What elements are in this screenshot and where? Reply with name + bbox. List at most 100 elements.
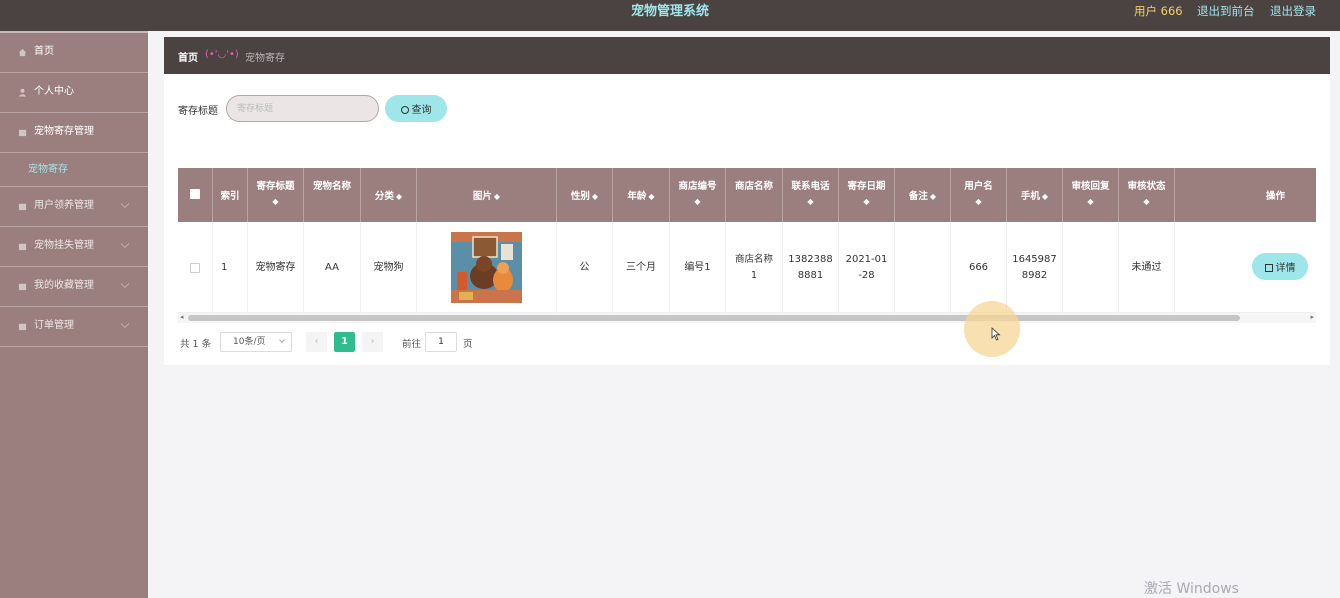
detail-button[interactable]: 详情: [1252, 253, 1308, 280]
page-suffix: 页: [463, 339, 473, 350]
page-size-value: 10条/页: [233, 337, 266, 347]
cell-pet-name: AA: [304, 222, 361, 313]
header-reply[interactable]: 审核回复 ◆: [1063, 168, 1119, 222]
header-username[interactable]: 用户名 ◆: [951, 168, 1007, 222]
scroll-left-icon[interactable]: ◂: [180, 313, 184, 321]
select-all-checkbox[interactable]: [190, 189, 200, 199]
sort-icon: ◆: [694, 197, 701, 206]
breadcrumb-separator: (•'◡'•): [205, 49, 239, 60]
horizontal-scrollbar[interactable]: ◂ ▸: [178, 313, 1316, 323]
chevron-down-icon: [120, 199, 130, 209]
sidebar-subitem-pet-storage[interactable]: 宠物寄存: [0, 153, 148, 187]
sidebar-item-favorites-manage[interactable]: 我的收藏管理: [0, 267, 148, 307]
sidebar: 首页 个人中心 宠物寄存管理 宠物寄存 用户领养管理 宠物挂失管理 我的收藏管理…: [0, 31, 148, 598]
header-status[interactable]: 审核状态 ◆: [1119, 168, 1175, 222]
cell-username: 666: [951, 222, 1007, 313]
sidebar-item-label: 个人中心: [34, 86, 74, 97]
user-label: 用户 666: [1134, 4, 1183, 18]
sort-icon: ◆: [395, 192, 403, 201]
pet-photo[interactable]: [451, 232, 522, 303]
row-select-cell: [178, 222, 213, 313]
sidebar-item-pet-storage-manage[interactable]: 宠物寄存管理: [0, 113, 148, 153]
mouse-pointer-icon: [991, 327, 1001, 341]
sort-icon: ◆: [807, 197, 814, 206]
main-panel: 寄存标题 查询 索引 寄存标题◆ 宠物名称 分类◆ 图片◆ 性别◆ 年龄◆ 商店…: [164, 74, 1330, 365]
sort-icon: ◆: [975, 197, 982, 206]
document-icon: [1264, 264, 1273, 272]
page-number-1[interactable]: 1: [334, 332, 355, 352]
header-shop-name[interactable]: 商店名称: [726, 168, 783, 222]
sort-icon: ◆: [648, 192, 655, 201]
cell-date-line2: -28: [858, 269, 875, 281]
scrollbar-thumb[interactable]: [188, 315, 1240, 321]
cell-phone-line1: 1382388: [788, 253, 833, 265]
sort-icon: ◆: [1041, 192, 1049, 201]
prev-page-button[interactable]: ‹: [306, 332, 327, 352]
header-gender[interactable]: 性别 ◆: [557, 168, 613, 222]
row-checkbox[interactable]: [190, 262, 200, 273]
sidebar-item-label: 我的收藏管理: [34, 280, 94, 291]
chevron-down-icon: [120, 239, 130, 249]
cell-phone-line2: 8881: [797, 269, 824, 281]
pagination: 共 1 条 10条/页 ‹ 1 › 前往 页: [178, 332, 778, 352]
cell-mobile-line2: 8982: [1021, 269, 1048, 281]
cell-shop-name-line1: 商店名称: [734, 253, 773, 265]
breadcrumb-current: 宠物寄存: [245, 53, 285, 64]
pagination-total: 共 1 条: [180, 339, 212, 350]
header-title[interactable]: 寄存标题 ◆: [248, 168, 304, 222]
chevron-down-icon: [120, 279, 130, 289]
sort-icon: ◆: [1087, 197, 1094, 206]
sidebar-item-lost-pet-manage[interactable]: 宠物挂失管理: [0, 227, 148, 267]
user-icon: [18, 88, 27, 97]
windows-activation-watermark: 激活 Windows: [1144, 581, 1239, 597]
header-date[interactable]: 寄存日期 ◆: [839, 168, 895, 222]
sidebar-item-label: 宠物挂失管理: [34, 240, 94, 251]
sidebar-item-label: 首页: [34, 46, 54, 57]
sort-icon: ◆: [591, 192, 599, 201]
search-label: 寄存标题: [178, 106, 218, 117]
sidebar-item-profile[interactable]: 个人中心: [0, 73, 148, 113]
sidebar-item-adoption-manage[interactable]: 用户领养管理: [0, 187, 148, 227]
sidebar-item-label: 宠物寄存: [28, 164, 68, 175]
cell-date-line1: 2021-01: [845, 253, 888, 265]
sort-icon: ◆: [493, 192, 501, 201]
search-input[interactable]: [226, 95, 379, 122]
scroll-right-icon[interactable]: ▸: [1310, 313, 1314, 321]
select-all-cell: [178, 168, 213, 222]
next-page-button[interactable]: ›: [362, 332, 383, 352]
header-remark[interactable]: 备注 ◆: [895, 168, 951, 222]
sidebar-item-label: 订单管理: [34, 320, 74, 331]
header-category[interactable]: 分类 ◆: [361, 168, 417, 222]
goto-label: 前往: [402, 339, 422, 350]
cell-phone: 1382388 8881: [783, 222, 839, 313]
page-size-select[interactable]: 10条/页: [220, 332, 292, 352]
search-button[interactable]: 查询: [385, 95, 447, 122]
sidebar-item-orders-manage[interactable]: 订单管理: [0, 307, 148, 347]
header-age[interactable]: 年龄 ◆: [613, 168, 670, 222]
goto-page-input[interactable]: [425, 332, 457, 352]
detail-button-label: 详情: [1275, 263, 1296, 274]
header-pet-name[interactable]: 宠物名称: [304, 168, 361, 222]
header-image[interactable]: 图片 ◆: [417, 168, 557, 222]
cell-reply: [1063, 222, 1119, 313]
cell-status: 未通过: [1119, 222, 1175, 313]
header-action: 操作: [1265, 191, 1285, 202]
cell-shop-name: 商店名称 1: [726, 222, 783, 313]
header-phone[interactable]: 联系电话 ◆: [783, 168, 839, 222]
sort-icon: ◆: [1143, 197, 1150, 206]
header-shop-no[interactable]: 商店编号 ◆: [670, 168, 726, 222]
search-icon: [400, 106, 409, 114]
top-bar: 宠物管理系统 用户 666 退出到前台 退出登录: [0, 0, 1340, 31]
header-mobile[interactable]: 手机 ◆: [1007, 168, 1063, 222]
cell-shop-name-line2: 1: [750, 269, 758, 281]
exit-to-front-link[interactable]: 退出到前台: [1197, 4, 1255, 18]
cell-age: 三个月: [613, 222, 670, 313]
logout-link[interactable]: 退出登录: [1270, 4, 1316, 18]
sidebar-item-home[interactable]: 首页: [0, 33, 148, 73]
cell-remark: [895, 222, 951, 313]
cell-title: 宠物寄存: [248, 222, 304, 313]
sort-icon: ◆: [863, 197, 870, 206]
data-table: 索引 寄存标题 ◆ 宠物名称 分类 ◆ 图片 ◆ 性别 ◆ 年龄 ◆ 商店编号 ◆ 商店名称…: [178, 168, 1316, 324]
breadcrumb-home[interactable]: 首页: [178, 49, 198, 64]
cell-gender: 公: [557, 222, 613, 313]
